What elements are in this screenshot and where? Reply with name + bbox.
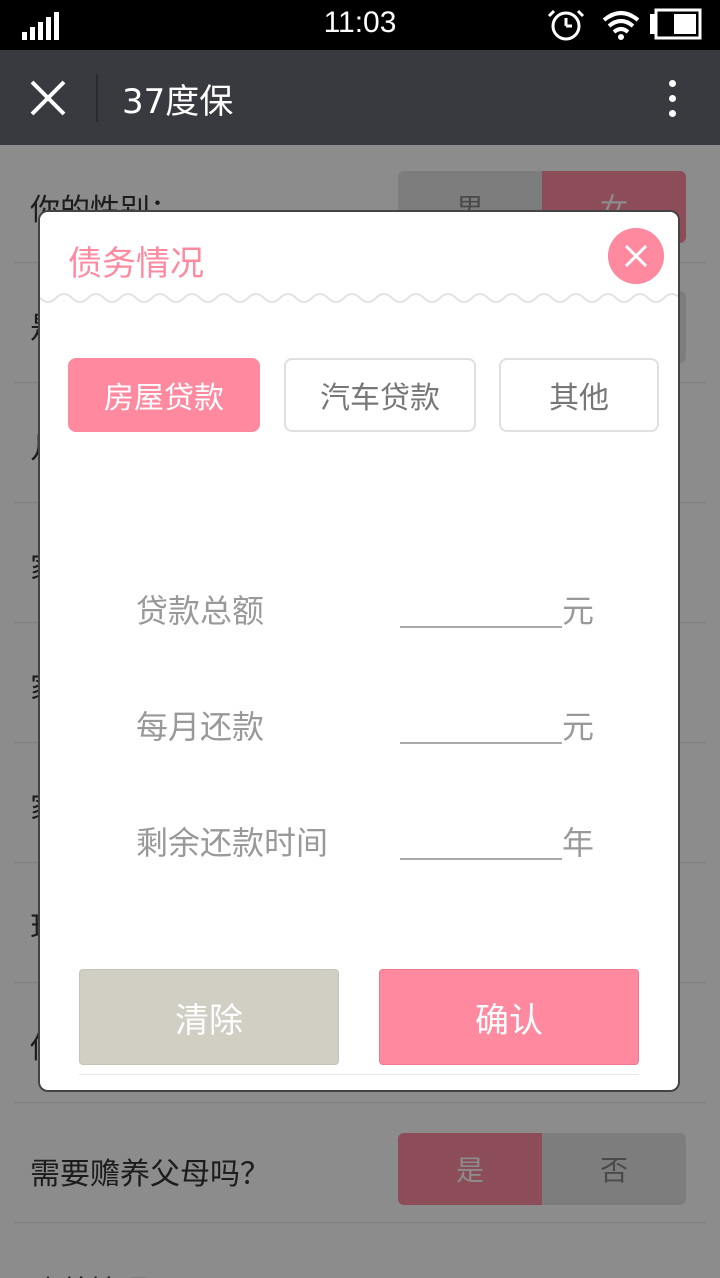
- total-loan-input[interactable]: [400, 626, 562, 628]
- alarm-icon: [547, 9, 585, 41]
- modal-close-icon[interactable]: [608, 228, 664, 284]
- remaining-time-field: 剩余还款时间 年: [136, 814, 636, 864]
- loan-tabs: 房屋贷款 汽车贷款 其他: [68, 358, 660, 434]
- divider: [79, 1074, 639, 1075]
- status-bar: 11:03: [0, 0, 720, 50]
- tab-other[interactable]: 其他: [499, 358, 659, 432]
- field-label: 剩余还款时间: [136, 824, 329, 862]
- debt-modal: 债务情况 房屋贷款 汽车贷款 其他 贷款总额 元 每月还款 元 剩余还款时间 年…: [40, 212, 678, 1090]
- field-unit: 元: [562, 708, 595, 746]
- nav-title: 37度保: [122, 82, 234, 122]
- wifi-icon: [602, 11, 640, 40]
- tab-car-loan[interactable]: 汽车贷款: [284, 358, 476, 432]
- total-loan-field: 贷款总额 元: [136, 582, 636, 632]
- field-label: 贷款总额: [136, 592, 265, 630]
- monthly-payment-input[interactable]: [400, 742, 562, 744]
- field-unit: 元: [562, 592, 595, 630]
- battery-icon: [650, 8, 702, 40]
- remaining-time-input[interactable]: [400, 858, 562, 860]
- confirm-button[interactable]: 确认: [379, 969, 639, 1065]
- field-label: 每月还款: [136, 708, 265, 746]
- close-icon[interactable]: [28, 78, 68, 118]
- clear-button[interactable]: 清除: [79, 969, 339, 1065]
- nav-bar: 37度保: [0, 50, 720, 145]
- status-icons: [547, 8, 702, 41]
- modal-header: 债务情况: [40, 212, 678, 302]
- field-unit: 年: [562, 824, 595, 862]
- modal-title: 债务情况: [68, 244, 204, 284]
- tab-house-loan[interactable]: 房屋贷款: [68, 358, 260, 432]
- nav-divider: [96, 74, 98, 122]
- wave-divider: [40, 293, 678, 303]
- more-icon[interactable]: [664, 80, 680, 120]
- monthly-payment-field: 每月还款 元: [136, 698, 636, 748]
